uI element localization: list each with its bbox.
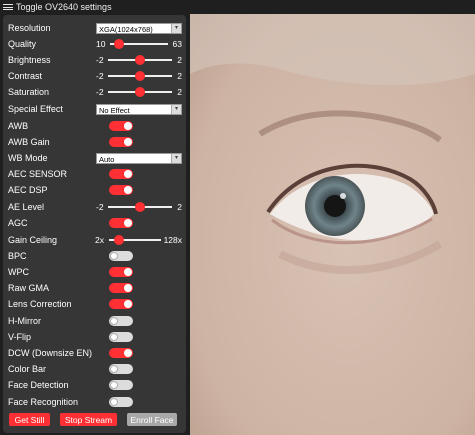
chevron-down-icon: ▾ [171,153,181,163]
color-bar-label: Color Bar [8,364,47,374]
h-mirror-label: H-Mirror [8,316,41,326]
color-bar-toggle[interactable] [109,364,133,374]
dcw-label: DCW (Downsize EN) [8,348,93,358]
resolution-row: Resolution XGA(1024x768) ▾ [8,21,182,35]
special-effect-label: Special Effect [8,104,63,114]
brightness-slider-thumb[interactable] [135,55,145,65]
h-mirror-toggle[interactable] [109,316,133,326]
quality-row: Quality 10 63 [8,37,182,51]
settings-title: Toggle OV2640 settings [16,2,112,12]
saturation-label: Saturation [8,87,50,97]
wpc-label: WPC [8,267,29,277]
chevron-down-icon: ▾ [171,23,181,33]
v-flip-label: V-Flip [8,332,32,342]
special-effect-select[interactable]: No Effect ▾ [96,103,182,115]
saturation-row: Saturation -2 2 [8,85,182,99]
aec-dsp-toggle[interactable] [109,185,133,195]
raw-gma-toggle[interactable] [109,283,133,293]
contrast-row: Contrast -2 2 [8,69,182,83]
saturation-min: -2 [96,87,104,97]
brightness-label: Brightness [8,55,51,65]
stop-stream-button[interactable]: Stop Stream [60,413,117,426]
face-recognition-row: Face Recognition [8,395,182,409]
awb-gain-row: AWB Gain [8,135,182,149]
aec-sensor-toggle[interactable] [109,169,133,179]
gain-ceiling-min: 2x [95,235,104,245]
face-recognition-toggle[interactable] [109,397,133,407]
face-detection-row: Face Detection [8,378,182,392]
wpc-toggle[interactable] [109,267,133,277]
gain-ceiling-slider-thumb[interactable] [114,235,125,245]
contrast-max: 2 [177,71,182,81]
lens-correction-row: Lens Correction [8,297,182,311]
chevron-down-icon: ▾ [171,104,181,114]
brightness-max: 2 [177,55,182,65]
awb-label: AWB [8,121,29,131]
camera-stream-image [190,14,475,435]
agc-row: AGC [8,216,182,230]
resolution-label: Resolution [8,23,51,33]
agc-toggle[interactable] [109,218,133,228]
face-detection-label: Face Detection [8,380,69,390]
raw-gma-row: Raw GMA [8,281,182,295]
get-still-button[interactable]: Get Still [9,413,50,426]
v-flip-row: V-Flip [8,330,182,344]
gain-ceiling-max: 128x [163,235,182,245]
aec-sensor-row: AEC SENSOR [8,167,182,181]
gain-ceiling-label: Gain Ceiling [8,235,58,245]
aec-dsp-label: AEC DSP [8,185,48,195]
lens-correction-toggle[interactable] [109,299,133,309]
color-bar-row: Color Bar [8,362,182,376]
bpc-label: BPC [8,251,27,261]
h-mirror-row: H-Mirror [8,314,182,328]
brightness-row: Brightness -2 2 [8,53,182,67]
ae-level-slider-thumb[interactable] [135,202,145,212]
ae-level-min: -2 [96,202,104,212]
wb-mode-row: WB Mode Auto ▾ [8,151,182,165]
menu-icon[interactable] [3,4,13,10]
dcw-row: DCW (Downsize EN) [8,346,182,360]
gain-ceiling-row: Gain Ceiling 2x 128x [8,233,182,247]
camera-frame [190,14,475,435]
dcw-toggle[interactable] [109,348,133,358]
contrast-slider-thumb[interactable] [135,71,145,81]
quality-slider-thumb[interactable] [113,39,124,49]
awb-gain-label: AWB Gain [8,137,50,147]
contrast-min: -2 [96,71,104,81]
saturation-slider-thumb[interactable] [135,87,145,97]
awb-toggle[interactable] [109,121,133,131]
face-detection-toggle[interactable] [109,380,133,390]
contrast-label: Contrast [8,71,43,81]
awb-gain-toggle[interactable] [109,137,133,147]
special-effect-row: Special Effect No Effect ▾ [8,102,182,116]
title-bar[interactable]: Toggle OV2640 settings [0,0,475,14]
wb-mode-select[interactable]: Auto ▾ [96,152,182,164]
wb-mode-label: WB Mode [8,153,48,163]
face-recognition-label: Face Recognition [8,397,79,407]
quality-min: 10 [96,39,106,49]
raw-gma-label: Raw GMA [8,283,50,293]
resolution-select[interactable]: XGA(1024x768) ▾ [96,22,182,34]
aec-sensor-label: AEC SENSOR [8,169,68,179]
bpc-row: BPC [8,249,182,263]
ae-level-max: 2 [177,202,182,212]
v-flip-toggle[interactable] [109,332,133,342]
quality-max: 63 [172,39,182,49]
settings-panel: Resolution XGA(1024x768) ▾ Quality 10 63 … [3,15,186,433]
agc-label: AGC [8,218,28,228]
lens-correction-label: Lens Correction [8,299,72,309]
wpc-row: WPC [8,265,182,279]
enroll-face-button[interactable]: Enroll Face [127,413,177,426]
ae-level-row: AE Level -2 2 [8,200,182,214]
aec-dsp-row: AEC DSP [8,183,182,197]
quality-label: Quality [8,39,37,49]
bpc-toggle[interactable] [109,251,133,261]
awb-row: AWB [8,119,182,133]
saturation-max: 2 [177,87,182,97]
brightness-min: -2 [96,55,104,65]
ae-level-label: AE Level [8,202,45,212]
